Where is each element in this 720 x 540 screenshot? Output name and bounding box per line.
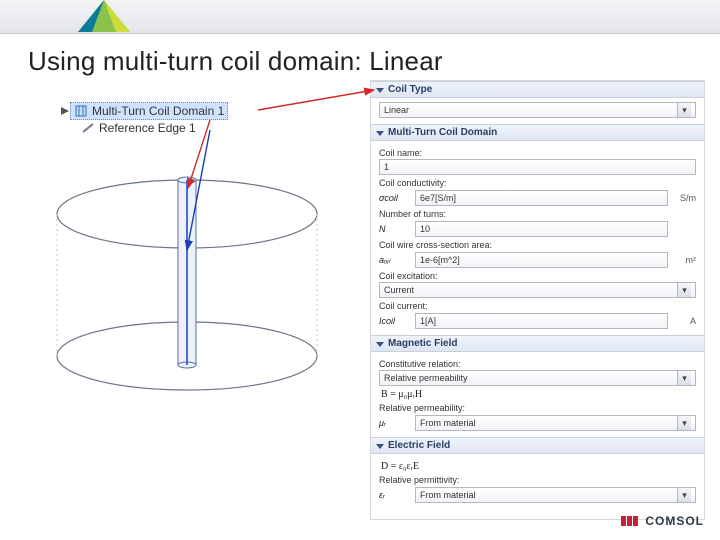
tree-expander[interactable] [60, 106, 70, 116]
symbol: aₒᵢₗ [379, 255, 409, 266]
brand-text: COMSOL [645, 514, 704, 528]
equation-b: B = μ₀μᵣH [381, 389, 696, 400]
constitutive-relation-select[interactable]: Relative permeability ▾ [379, 370, 696, 386]
section-label: Electric Field [388, 440, 450, 451]
input-value: 1[A] [420, 316, 436, 326]
chevron-down-icon [376, 86, 384, 94]
coil-conductivity-input[interactable]: 6e7[S/m] [415, 190, 668, 206]
constitutive-relation-label: Constitutive relation: [379, 359, 696, 369]
chevron-down-icon [376, 442, 384, 450]
unit: m² [674, 255, 696, 265]
symbol: σcoil [379, 193, 409, 203]
coil-excitation-select[interactable]: Current ▾ [379, 282, 696, 298]
equation-d: D = ε₀εᵣE [381, 461, 696, 472]
section-label: Magnetic Field [388, 338, 457, 349]
rel-permeability-label: Relative permeability: [379, 403, 696, 413]
section-label: Coil Type [388, 84, 432, 95]
select-value: Relative permeability [384, 373, 468, 383]
chevron-down-icon [376, 340, 384, 348]
coil-current-input[interactable]: 1[A] [415, 313, 668, 329]
coil-excitation-label: Coil excitation: [379, 271, 696, 281]
section-coil-type[interactable]: Coil Type [371, 81, 704, 98]
top-bar [0, 0, 720, 34]
input-value: 10 [420, 224, 430, 234]
chevron-down-icon: ▾ [677, 416, 691, 430]
section-multi-turn-coil[interactable]: Multi-Turn Coil Domain [371, 124, 704, 141]
model-tree: Multi-Turn Coil Domain 1 Reference Edge … [60, 102, 255, 136]
rel-permeability-select[interactable]: From material ▾ [415, 415, 696, 431]
settings-panel: Coil Type Linear ▾ Multi-Turn Coil Domai… [370, 80, 705, 520]
coil-type-select[interactable]: Linear ▾ [379, 102, 696, 118]
tree-item-reference-edge[interactable]: Reference Edge 1 [78, 120, 199, 136]
brand-mark-icon [621, 515, 639, 527]
geometry-diagram [22, 150, 352, 430]
chevron-down-icon: ▾ [677, 283, 691, 297]
section-label: Multi-Turn Coil Domain [388, 127, 497, 138]
unit: A [674, 316, 696, 326]
section-magnetic-field[interactable]: Magnetic Field [371, 335, 704, 352]
wire-area-label: Coil wire cross-section area: [379, 240, 696, 250]
input-value: 6e7[S/m] [420, 193, 456, 203]
unit: S/m [674, 193, 696, 203]
number-turns-input[interactable]: 10 [415, 221, 668, 237]
coil-current-label: Coil current: [379, 301, 696, 311]
app-logo [78, 0, 130, 32]
select-value: Current [384, 285, 414, 295]
symbol: εᵣ [379, 490, 409, 500]
chevron-down-icon: ▾ [677, 103, 691, 117]
page-title: Using multi-turn coil domain: Linear [28, 46, 720, 77]
edge-icon [81, 121, 95, 135]
coil-name-input[interactable]: 1 [379, 159, 696, 175]
coil-name-label: Coil name: [379, 148, 696, 158]
section-electric-field[interactable]: Electric Field [371, 437, 704, 454]
symbol: Icoil [379, 316, 409, 326]
domain-icon [74, 104, 88, 118]
brand-comsol: COMSOL [621, 514, 704, 528]
input-value: 1 [384, 162, 389, 172]
rel-permittivity-label: Relative permittivity: [379, 475, 696, 485]
coil-conductivity-label: Coil conductivity: [379, 178, 696, 188]
input-value: 1e-6[m^2] [420, 255, 460, 265]
symbol: μᵣ [379, 418, 409, 428]
rel-permittivity-select[interactable]: From material ▾ [415, 487, 696, 503]
tree-item-multi-turn-coil-domain[interactable]: Multi-Turn Coil Domain 1 [70, 102, 228, 120]
number-turns-label: Number of turns: [379, 209, 696, 219]
chevron-down-icon: ▾ [677, 488, 691, 502]
tree-item-label: Reference Edge 1 [99, 121, 196, 135]
wire-area-input[interactable]: 1e-6[m^2] [415, 252, 668, 268]
select-value: From material [420, 418, 476, 428]
tree-item-label: Multi-Turn Coil Domain 1 [92, 104, 224, 118]
symbol: N [379, 224, 409, 234]
chevron-down-icon: ▾ [677, 371, 691, 385]
select-value: From material [420, 490, 476, 500]
chevron-down-icon [376, 129, 384, 137]
select-value: Linear [384, 105, 409, 115]
